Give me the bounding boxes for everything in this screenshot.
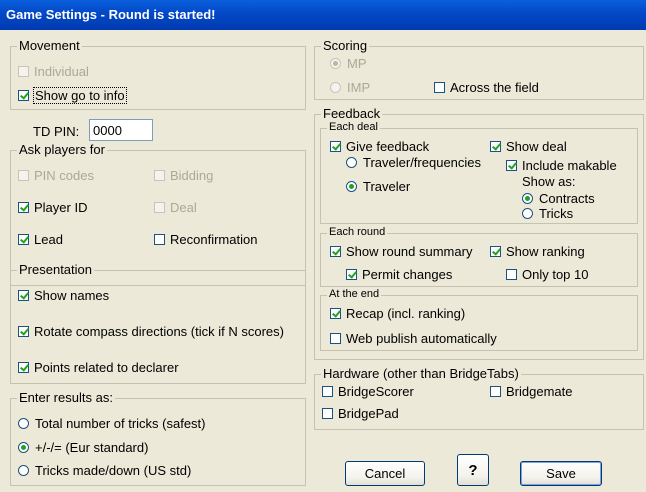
checkbox-box: [322, 408, 333, 419]
tricks-radio[interactable]: Tricks: [522, 206, 573, 221]
checkbox-box: [154, 234, 165, 245]
checkbox-box: [18, 66, 29, 77]
cancel-button[interactable]: Cancel: [345, 461, 425, 486]
checkbox-box: [18, 326, 29, 337]
total-tricks-radio[interactable]: Total number of tricks (safest): [18, 416, 206, 431]
eur-standard-radio[interactable]: +/-/= (Eur standard): [18, 440, 148, 455]
us-standard-radio[interactable]: Tricks made/down (US std): [18, 463, 191, 478]
scoring-label: Scoring: [321, 38, 370, 53]
checkbox-box: [18, 202, 29, 213]
radio-dot: [346, 181, 357, 192]
checkbox-box: [490, 246, 501, 257]
across-field-checkbox[interactable]: Across the field: [434, 80, 539, 95]
show-go-to-info-checkbox[interactable]: Show go to info: [18, 87, 127, 104]
title-bar[interactable]: Game Settings - Round is started!: [0, 0, 646, 30]
checkbox-box: [330, 246, 341, 257]
enter-results-label: Enter results as:: [17, 390, 115, 405]
presentation-label: Presentation: [17, 262, 94, 277]
contracts-radio[interactable]: Contracts: [522, 191, 595, 206]
checkbox-box: [154, 170, 165, 181]
movement-label: Movement: [17, 38, 82, 53]
show-deal-checkbox[interactable]: Show deal: [490, 139, 567, 154]
bridgescorer-checkbox[interactable]: BridgeScorer: [322, 384, 414, 399]
td-pin-label: TD PIN:: [33, 124, 80, 139]
checkbox-box: [18, 90, 29, 101]
checkbox-box: [18, 362, 29, 373]
web-publish-checkbox[interactable]: Web publish automatically: [330, 331, 497, 346]
bridgemate-checkbox[interactable]: Bridgemate: [490, 384, 572, 399]
window-title: Game Settings - Round is started!: [6, 7, 216, 22]
td-pin-input[interactable]: [89, 119, 153, 141]
checkbox-box: [330, 333, 341, 344]
checkbox-box: [154, 202, 165, 213]
at-end-label: At the end: [327, 288, 382, 300]
dialog-client: Movement Individual Show go to info TD P…: [0, 30, 646, 492]
radio-dot: [18, 418, 29, 429]
points-declarer-checkbox[interactable]: Points related to declarer: [18, 360, 179, 375]
each-round-label: Each round: [327, 226, 388, 238]
show-names-checkbox[interactable]: Show names: [18, 288, 109, 303]
show-round-summary-checkbox[interactable]: Show round summary: [330, 244, 472, 259]
ask-players-label: Ask players for: [17, 142, 107, 157]
hardware-group: Hardware (other than BridgeTabs): [314, 366, 644, 430]
imp-radio[interactable]: IMP: [330, 80, 370, 95]
checkbox-box: [330, 308, 341, 319]
mp-radio[interactable]: MP: [330, 56, 367, 71]
checkbox-box: [506, 160, 517, 171]
rotate-compass-checkbox[interactable]: Rotate compass directions (tick if N sco…: [18, 324, 284, 339]
traveler-radio[interactable]: Traveler: [346, 179, 410, 194]
radio-dot: [522, 208, 533, 219]
radio-dot: [522, 193, 533, 204]
permit-changes-checkbox[interactable]: Permit changes: [346, 267, 452, 282]
checkbox-box: [18, 170, 29, 181]
radio-dot: [18, 465, 29, 476]
checkbox-box: [346, 269, 357, 280]
save-button[interactable]: Save: [520, 461, 602, 486]
bidding-checkbox[interactable]: Bidding: [154, 168, 213, 183]
checkbox-box: [18, 234, 29, 245]
hardware-label: Hardware (other than BridgeTabs): [321, 366, 521, 381]
individual-checkbox[interactable]: Individual: [18, 64, 89, 79]
bridgepad-checkbox[interactable]: BridgePad: [322, 406, 399, 421]
only-top-checkbox[interactable]: Only top 10: [506, 267, 589, 282]
checkbox-box: [434, 82, 445, 93]
radio-dot: [346, 157, 357, 168]
checkbox-box: [330, 141, 341, 152]
checkbox-box: [18, 290, 29, 301]
include-makable-checkbox[interactable]: Include makable: [506, 158, 617, 173]
deal-checkbox[interactable]: Deal: [154, 200, 197, 215]
help-button[interactable]: ?: [457, 454, 489, 486]
checkbox-box: [490, 141, 501, 152]
show-as-label: Show as:: [522, 174, 576, 189]
reconfirmation-checkbox[interactable]: Reconfirmation: [154, 232, 257, 247]
radio-dot: [330, 82, 341, 93]
checkbox-box: [506, 269, 517, 280]
lead-checkbox[interactable]: Lead: [18, 232, 63, 247]
pin-codes-checkbox[interactable]: PIN codes: [18, 168, 94, 183]
recap-checkbox[interactable]: Recap (incl. ranking): [330, 306, 465, 321]
each-deal-label: Each deal: [327, 121, 380, 133]
traveler-frequencies-radio[interactable]: Traveler/frequencies: [346, 155, 481, 170]
feedback-label: Feedback: [321, 106, 383, 121]
player-id-checkbox[interactable]: Player ID: [18, 200, 87, 215]
radio-dot: [18, 442, 29, 453]
checkbox-box: [322, 386, 333, 397]
give-feedback-checkbox[interactable]: Give feedback: [330, 139, 429, 154]
checkbox-box: [490, 386, 501, 397]
show-ranking-checkbox[interactable]: Show ranking: [490, 244, 585, 259]
radio-dot: [330, 58, 341, 69]
